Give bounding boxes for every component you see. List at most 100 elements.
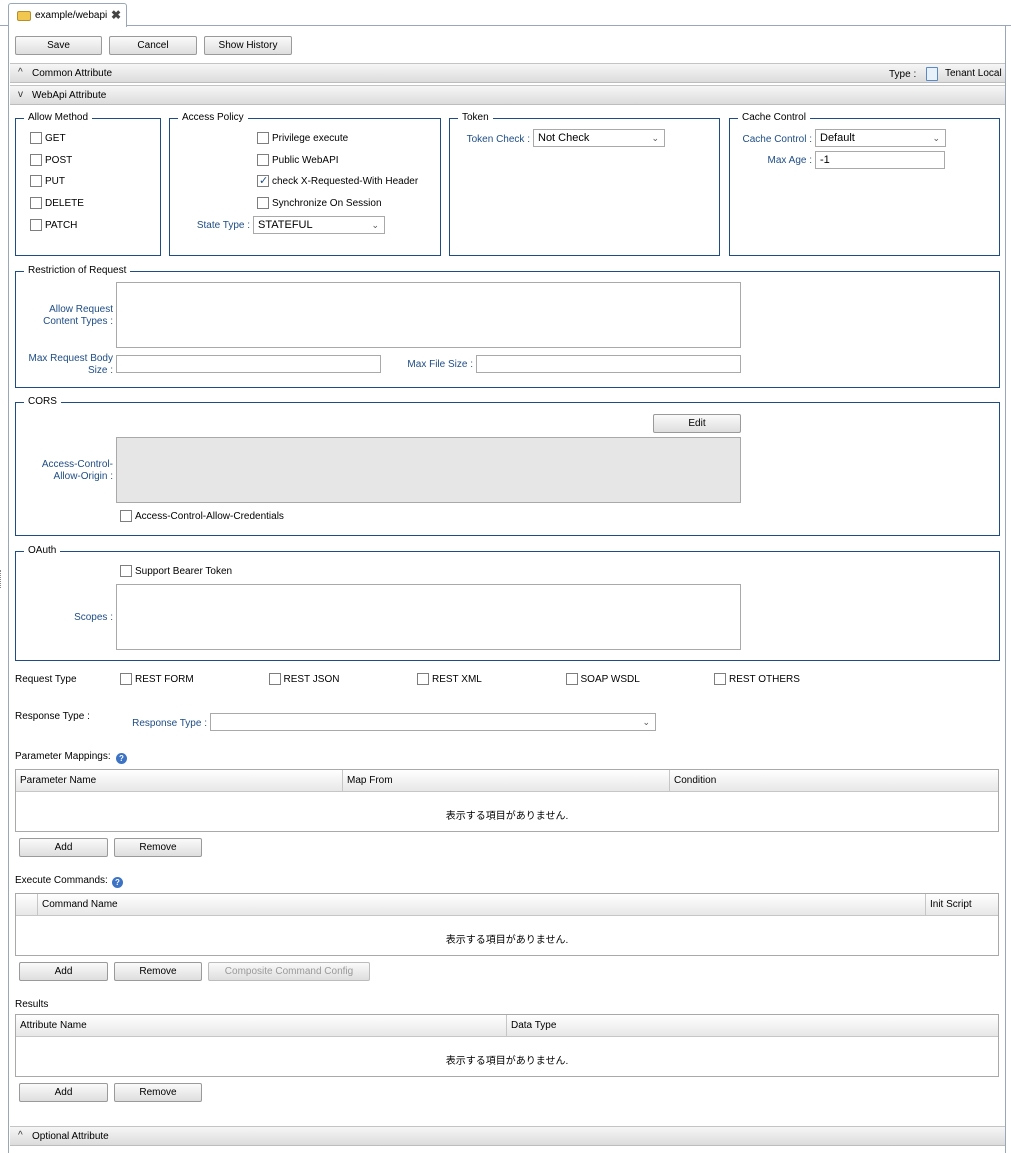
access-policy-2-label: check X-Requested-With Header [272,176,419,188]
chevron-up-icon: ^ [18,1130,23,1141]
max-file-size-input[interactable] [476,355,741,373]
common-attribute-header[interactable]: ^ Common Attribute Type : Tenant Local [10,63,1005,83]
allow-method-post-checkbox[interactable] [30,153,42,166]
max-body-size-input[interactable] [116,355,381,373]
check-icon: ✓ [259,175,269,188]
help-icon[interactable]: ? [112,877,123,888]
access-policy-0-label: Privilege execute [272,133,349,144]
webapi-attribute-title: WebApi Attribute [32,90,107,101]
allow-method-get-checkbox[interactable] [30,132,42,144]
type-value: Tenant Local [945,68,1002,79]
access-policy-3-checkbox[interactable] [257,197,269,210]
max-body-size-label-line2: Size : [87,365,113,376]
response-type-field-label: Response Type : [132,718,207,729]
chevron-down-icon: ⌄ [932,133,940,143]
allow-credentials-checkbox[interactable] [120,510,132,522]
webapi-attribute-header[interactable]: v WebApi Attribute [10,85,1005,105]
state-type-select[interactable]: STATEFUL ⌄ [253,216,385,234]
save-button[interactable]: Save [15,36,102,55]
cache-control-select[interactable]: Default ⌄ [815,129,946,147]
document-icon [926,67,938,81]
token-check-value: Not Check [538,132,590,144]
param-remove-button[interactable]: Remove [114,838,202,857]
allow-origin-label-line1: Access-Control- [41,459,113,470]
request-type-rest-xml-label: REST XML [432,674,482,685]
chevron-down-icon: ⌄ [651,133,659,143]
chevron-down-icon: v [18,89,23,100]
column-header[interactable]: Map From [343,770,670,792]
result-add-button[interactable]: Add [19,1083,108,1102]
column-header[interactable]: Data Type [507,1015,998,1037]
help-icon[interactable]: ? [116,753,127,764]
cancel-button[interactable]: Cancel [109,36,197,55]
command-remove-button[interactable]: Remove [114,962,202,981]
cors-legend: CORS [24,396,61,408]
response-type-select[interactable]: ⌄ [210,713,656,731]
editor-tab[interactable]: example/webapi ✖ [8,3,127,27]
request-type-rest-json-checkbox[interactable] [268,673,281,685]
access-policy-legend: Access Policy [178,112,248,124]
column-header[interactable]: Attribute Name [16,1015,507,1037]
token-legend: Token [458,112,493,124]
request-type-rest-others-checkbox[interactable] [714,673,726,685]
cache-control-label: Cache Control : [742,134,812,145]
request-type-rest-others-label: REST OTHERS [729,674,800,685]
splitter-handle[interactable] [0,570,4,588]
grid-header: Command Name Init Script [16,894,998,916]
request-type-soap-wsdl-checkbox[interactable] [565,673,578,685]
optional-attribute-header[interactable]: ^ Optional Attribute [10,1126,1005,1146]
support-bearer-token-checkbox[interactable] [120,565,132,577]
allow-method-get-label: GET [45,133,66,144]
max-file-size-label: Max File Size : [407,359,473,370]
common-attribute-title: Common Attribute [32,68,113,79]
column-header[interactable]: Parameter Name [16,770,343,792]
access-policy-1-checkbox[interactable] [257,153,269,166]
chevron-up-icon: ^ [18,67,23,78]
allow-method-post-label: POST [45,154,73,166]
parameter-mappings-label: Parameter Mappings: [15,751,111,762]
chevron-down-icon: ⌄ [371,220,379,230]
request-type-soap-wsdl-label: SOAP WSDL [580,674,640,685]
access-policy-2-checkbox[interactable]: ✓ [257,175,269,188]
close-icon[interactable]: ✖ [111,8,121,22]
max-body-size-label-line1: Max Request Body [28,353,114,364]
grid-header: Parameter Name Map From Condition [16,770,998,792]
oauth-legend: OAuth [24,545,61,557]
type-label: Type : [889,69,917,80]
restriction-legend: Restriction of Request [24,265,131,277]
empty-message: 表示する項目がありません. [445,935,569,946]
allow-method-legend: Allow Method [24,112,93,124]
result-remove-button[interactable]: Remove [114,1083,202,1102]
access-policy-0-checkbox[interactable] [257,132,269,144]
webapi-folder-icon [17,11,31,21]
allow-method-delete-label: DELETE [45,198,84,210]
scopes-label: Scopes : [74,612,113,623]
allow-method-delete-checkbox[interactable] [30,197,42,210]
show-history-button[interactable]: Show History [204,36,292,55]
response-type-section-label: Response Type : [15,711,90,722]
column-header[interactable]: Command Name [38,894,926,916]
state-type-label: State Type : [196,220,250,231]
scopes-textarea[interactable] [116,584,741,650]
allow-origin-label-line2: Allow-Origin : [53,471,113,482]
param-add-button[interactable]: Add [19,838,108,857]
allow-content-types-textarea[interactable] [116,282,741,348]
composite-command-config-button[interactable]: Composite Command Config [208,962,370,981]
request-type-rest-form-checkbox[interactable] [120,673,132,685]
column-header[interactable]: Condition [670,770,998,792]
allow-method-patch-checkbox[interactable] [30,218,42,231]
results-grid: Attribute Name Data Type 表示する項目がありません. [15,1014,999,1077]
command-add-button[interactable]: Add [19,962,108,981]
support-bearer-token-label: Support Bearer Token [135,566,233,577]
empty-message: 表示する項目がありません. [445,811,569,822]
request-type-rest-xml-checkbox[interactable] [417,673,429,685]
column-header[interactable]: Init Script [926,894,998,916]
cors-edit-button[interactable]: Edit [653,414,741,433]
allow-method-put-checkbox[interactable] [30,175,42,188]
max-age-input[interactable] [815,151,945,169]
token-check-label: Token Check : [466,134,530,145]
token-check-select[interactable]: Not Check ⌄ [533,129,665,147]
chevron-down-icon: ⌄ [642,717,650,727]
cache-control-value: Default [820,132,855,144]
row-select-column[interactable] [16,894,38,916]
